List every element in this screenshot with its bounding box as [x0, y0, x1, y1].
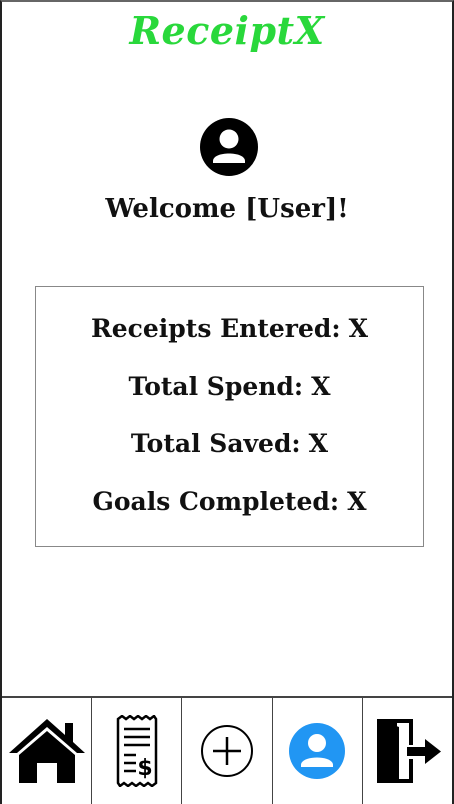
logout-icon: [377, 719, 442, 783]
tab-profile[interactable]: [271, 698, 362, 804]
svg-text:$: $: [137, 756, 152, 781]
stat-value: X: [347, 487, 367, 516]
bottom-tab-bar: $: [2, 696, 452, 804]
app-title: ReceiptX: [129, 8, 325, 53]
home-icon: [8, 719, 85, 783]
app-screen: ReceiptX Welcome [User]! Receipts Entere…: [0, 0, 454, 804]
stat-value: X: [348, 314, 368, 343]
add-circle-icon: [201, 725, 253, 777]
tab-logout[interactable]: [361, 698, 452, 804]
user-avatar-icon: [200, 118, 258, 176]
profile-icon: [289, 723, 346, 779]
tab-receipts[interactable]: $: [91, 698, 181, 804]
stat-value: X: [311, 372, 331, 401]
stat-total-saved: Total Saved: X: [36, 429, 423, 458]
stat-label: Goals Completed:: [92, 487, 340, 516]
stat-goals-completed: Goals Completed: X: [36, 487, 423, 516]
tab-home[interactable]: [2, 698, 91, 804]
stat-total-spend: Total Spend: X: [36, 372, 423, 401]
stat-label: Total Saved:: [130, 429, 301, 458]
stats-card: Receipts Entered: X Total Spend: X Total S…: [35, 286, 424, 547]
stat-value: X: [308, 429, 329, 458]
receipt-dollar-icon: $: [116, 715, 158, 787]
stat-receipts-entered: Receipts Entered: X: [36, 314, 423, 343]
welcome-message: Welcome [User]!: [105, 194, 349, 224]
tab-add-receipt[interactable]: [181, 698, 271, 804]
stat-label: Total Spend:: [128, 372, 304, 401]
stat-label: Receipts Entered:: [91, 314, 341, 343]
